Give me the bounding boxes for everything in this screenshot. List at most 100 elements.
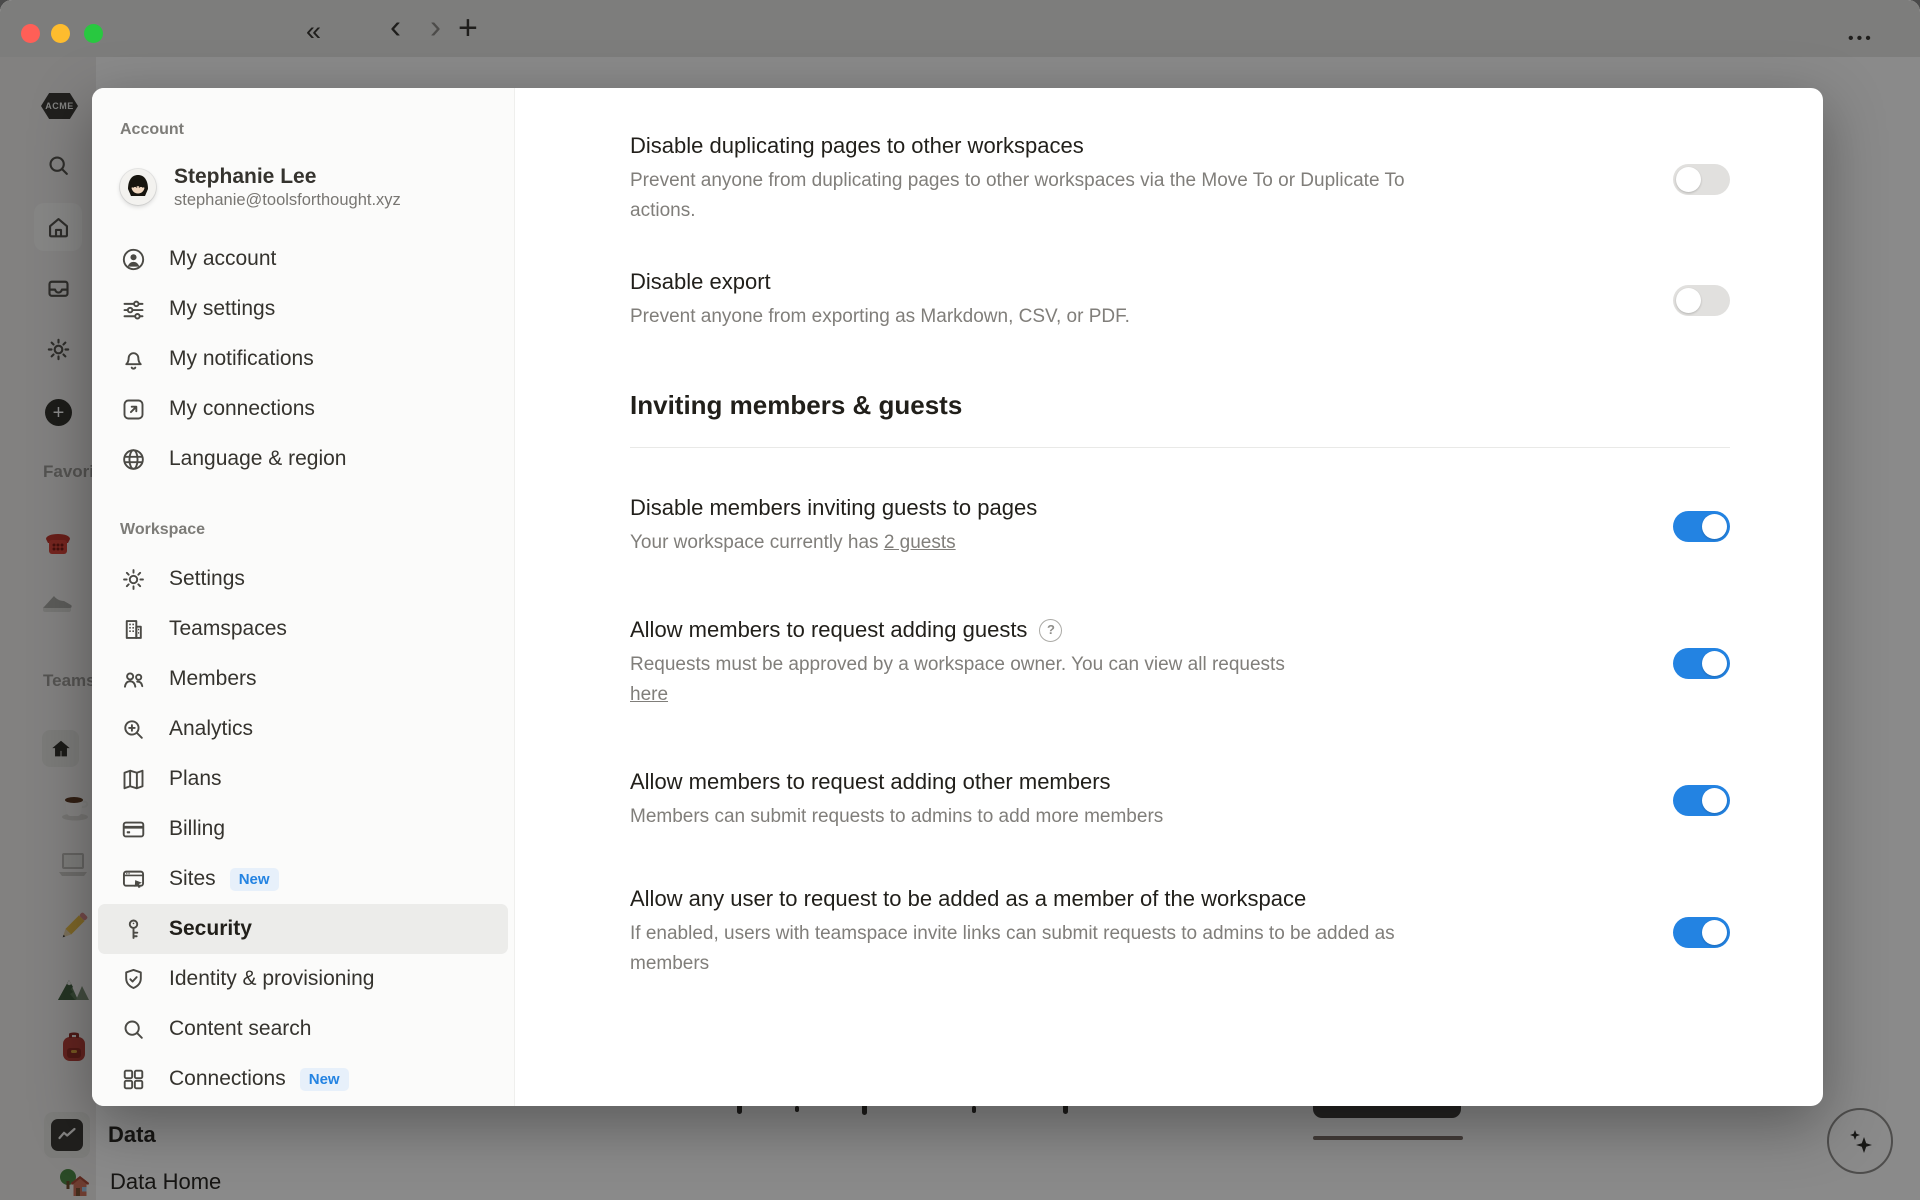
sidebar-item-connections[interactable]: Connections New [98, 1054, 508, 1104]
sidebar-item-my-notifications[interactable]: My notifications [98, 334, 508, 384]
setting-row-disable-duplicating: Disable duplicating pages to other works… [630, 132, 1730, 226]
sidebar-item-my-connections[interactable]: My connections [98, 384, 508, 434]
settings-dialog: Account Stephanie Lee stephanie@toolsfor… [92, 88, 1823, 1106]
new-badge: New [230, 868, 279, 891]
map-icon [120, 766, 147, 793]
sidebar-item-my-settings[interactable]: My settings [98, 284, 508, 334]
workspace-section-header: Workspace [92, 518, 514, 542]
sidebar-item-label: Billing [169, 817, 225, 841]
setting-title: Allow any user to request to be added as… [630, 885, 1633, 913]
setting-row-request-members: Allow members to request adding other me… [630, 768, 1730, 832]
guests-link[interactable]: 2 guests [884, 532, 956, 553]
people-icon [120, 666, 147, 693]
setting-row-request-guests: Allow members to request adding guests? … [630, 616, 1730, 710]
description-text: Your workspace currently has [630, 532, 884, 553]
magnifier-plus-icon [120, 716, 147, 743]
sidebar-item-label: Language & region [169, 447, 347, 471]
sidebar-item-content-search[interactable]: Content search [98, 1004, 508, 1054]
globe-icon [120, 446, 147, 473]
setting-description: Members can submit requests to admins to… [630, 802, 1475, 832]
arrow-up-right-square-icon [120, 396, 147, 423]
grid-icon [120, 1066, 147, 1093]
sidebar-item-identity-provisioning[interactable]: Identity & provisioning [98, 954, 508, 1004]
setting-description: Prevent anyone from exporting as Markdow… [630, 302, 1475, 332]
sidebar-item-billing[interactable]: Billing [98, 804, 508, 854]
sidebar-item-sites[interactable]: Sites New [98, 854, 508, 904]
toggle-knob [1702, 920, 1727, 945]
user-name: Stephanie Lee [174, 163, 401, 190]
description-text: Requests must be approved by a workspace… [630, 654, 1285, 675]
settings-sidebar: Account Stephanie Lee stephanie@toolsfor… [92, 88, 515, 1106]
credit-card-icon [120, 816, 147, 843]
toggle-disable-export[interactable] [1673, 285, 1730, 316]
toggle-knob [1702, 514, 1727, 539]
sidebar-item-language-region[interactable]: Language & region [98, 434, 508, 484]
setting-row-request-membership: Allow any user to request to be added as… [630, 885, 1730, 979]
shield-check-icon [120, 966, 147, 993]
sidebar-item-label: Sites [169, 867, 216, 891]
account-section-header: Account [92, 118, 514, 142]
avatar [120, 169, 156, 205]
sidebar-item-members[interactable]: Members [98, 654, 508, 704]
setting-title: Allow members to request adding guests? [630, 616, 1633, 644]
setting-title: Disable export [630, 268, 1633, 296]
toggle-knob [1702, 651, 1727, 676]
sidebar-item-security[interactable]: Security [98, 904, 508, 954]
setting-title: Allow members to request adding other me… [630, 768, 1633, 796]
toggle-request-membership[interactable] [1673, 917, 1730, 948]
toggle-knob [1702, 788, 1727, 813]
magnifier-icon [120, 1016, 147, 1043]
sidebar-item-label: Connections [169, 1067, 286, 1091]
sidebar-item-label: Identity & provisioning [169, 967, 374, 991]
setting-description: If enabled, users with teamspace invite … [630, 919, 1475, 979]
toggle-request-members[interactable] [1673, 785, 1730, 816]
sidebar-item-label: Security [169, 917, 252, 941]
setting-description: Requests must be approved by a workspace… [630, 650, 1475, 710]
setting-row-disable-export: Disable export Prevent anyone from expor… [630, 268, 1730, 332]
setting-row-disable-guest-invites: Disable members inviting guests to pages… [630, 494, 1730, 558]
sidebar-item-my-account[interactable]: My account [98, 234, 508, 284]
sliders-icon [120, 296, 147, 323]
section-heading: Inviting members & guests [630, 389, 1730, 421]
minimize-window-button[interactable] [51, 24, 70, 43]
sidebar-item-teamspaces[interactable]: Teamspaces [98, 604, 508, 654]
security-settings-panel: Disable duplicating pages to other works… [515, 88, 1823, 1106]
toggle-disable-duplicating[interactable] [1673, 164, 1730, 195]
setting-title: Disable members inviting guests to pages [630, 494, 1633, 522]
gear-icon [120, 566, 147, 593]
user-email: stephanie@toolsforthought.xyz [174, 190, 401, 211]
toggle-disable-guest-invites[interactable] [1673, 511, 1730, 542]
setting-title: Disable duplicating pages to other works… [630, 132, 1633, 160]
sidebar-item-label: My account [169, 247, 276, 271]
screen: « ‹ › + ••• ACME + Favorites Teamspaces [0, 0, 1920, 1200]
new-badge: New [300, 1068, 349, 1091]
sidebar-item-label: My notifications [169, 347, 314, 371]
setting-description: Your workspace currently has 2 guests [630, 528, 1475, 558]
sidebar-item-label: Settings [169, 567, 245, 591]
sidebar-item-label: Content search [169, 1017, 311, 1041]
sidebar-item-label: Members [169, 667, 257, 691]
sidebar-item-settings[interactable]: Settings [98, 554, 508, 604]
building-icon [120, 616, 147, 643]
sidebar-item-label: Plans [169, 767, 222, 791]
person-circle-icon [120, 246, 147, 273]
setting-description: Prevent anyone from duplicating pages to… [630, 166, 1475, 226]
sidebar-item-label: My settings [169, 297, 275, 321]
zoom-window-button[interactable] [84, 24, 103, 43]
help-icon[interactable]: ? [1039, 619, 1062, 642]
sidebar-item-user-profile[interactable]: Stephanie Lee stephanie@toolsforthought.… [92, 152, 514, 222]
sidebar-item-label: Teamspaces [169, 617, 287, 641]
sidebar-item-plans[interactable]: Plans [98, 754, 508, 804]
bell-icon [120, 346, 147, 373]
browser-cursor-icon [120, 866, 147, 893]
sidebar-item-label: Analytics [169, 717, 253, 741]
sidebar-item-analytics[interactable]: Analytics [98, 704, 508, 754]
key-icon [120, 916, 147, 943]
section-divider [630, 447, 1730, 448]
toggle-knob [1676, 288, 1701, 313]
toggle-request-guests[interactable] [1673, 648, 1730, 679]
title-text: Allow members to request adding guests [630, 616, 1027, 644]
close-window-button[interactable] [21, 24, 40, 43]
requests-link[interactable]: here [630, 680, 668, 710]
toggle-knob [1676, 167, 1701, 192]
